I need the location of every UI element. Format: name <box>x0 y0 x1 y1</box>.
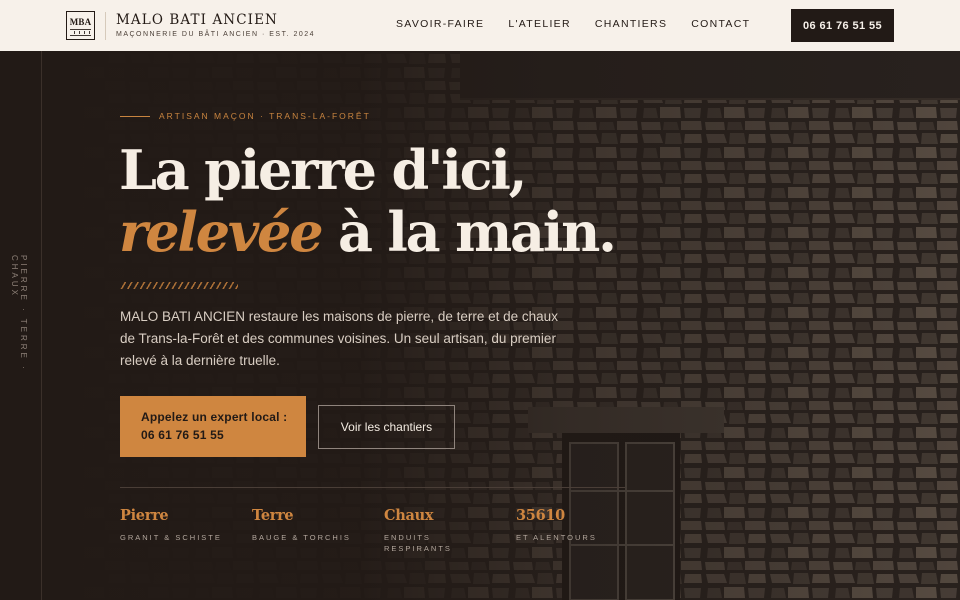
feature-title: Terre <box>252 507 294 524</box>
eyebrow-text: ARTISAN MAÇON · TRANS-LA-FORÊT <box>159 111 371 121</box>
nav-item-chantiers[interactable]: CHANTIERS <box>595 18 667 30</box>
main-nav: SAVOIR-FAIRE L'ATELIER CHANTIERS CONTACT <box>396 18 774 30</box>
side-rule <box>41 51 42 600</box>
feature-postcode: 35610 ET ALENTOURS <box>516 507 597 543</box>
site-header: MBA MALO BATI ANCIEN MAÇONNERIE DU BÂTI … <box>0 0 960 51</box>
feature-terre: Terre BAUGE & TORCHIS <box>252 507 351 543</box>
feature-subtitle: ET ALENTOURS <box>516 533 597 542</box>
eyebrow-dash <box>120 115 150 117</box>
feature-title: Pierre <box>120 507 169 524</box>
call-expert-phone: 06 61 76 51 55 <box>141 428 224 442</box>
logo-text: MBA <box>69 17 92 27</box>
headline-accent: relevée <box>119 200 324 264</box>
feature-title: Chaux <box>384 507 434 524</box>
feature-subtitle: BAUGE & TORCHIS <box>252 533 351 542</box>
feature-title: 35610 <box>516 507 565 524</box>
hatch-ornament <box>120 282 238 289</box>
side-vertical-label: PIERRE · TERRE · CHAUX <box>10 255 28 372</box>
brand-tagline: MAÇONNERIE DU BÂTI ANCIEN · EST. 2024 <box>116 31 316 38</box>
feature-chaux: Chaux ENDUITS RESPIRANTS <box>384 507 484 554</box>
hero-lead: MALO BATI ANCIEN restaure les maisons de… <box>120 309 558 368</box>
logo-brick-mark <box>70 29 91 37</box>
see-projects-button[interactable]: Voir les chantiers <box>318 405 455 449</box>
nav-item-atelier[interactable]: L'ATELIER <box>508 18 571 30</box>
feature-subtitle: GRANIT & SCHISTE <box>120 533 222 542</box>
header-phone-button[interactable]: 06 61 76 51 55 <box>791 9 894 42</box>
nav-item-savoir-faire[interactable]: SAVOIR-FAIRE <box>396 18 484 30</box>
call-expert-button[interactable]: Appelez un expert local : 06 61 76 51 55 <box>120 396 306 457</box>
hero-headline: La pierre d'ici, relevée à la main. <box>119 139 639 263</box>
headline-line-1: La pierre d'ici, <box>119 138 527 202</box>
eyebrow: ARTISAN MAÇON · TRANS-LA-FORÊT <box>120 111 371 121</box>
headline-line-2: à la main. <box>321 200 617 264</box>
feature-pierre: Pierre GRANIT & SCHISTE <box>120 507 222 543</box>
logo-icon[interactable]: MBA <box>66 11 95 40</box>
hero-section: PIERRE · TERRE · CHAUX ARTISAN MAÇON · T… <box>0 51 960 600</box>
brand-name[interactable]: MALO BATI ANCIEN <box>116 12 278 28</box>
nav-item-contact[interactable]: CONTACT <box>691 18 750 30</box>
features-divider <box>120 487 625 488</box>
feature-subtitle: ENDUITS RESPIRANTS <box>384 533 452 553</box>
logo-divider <box>105 12 106 40</box>
call-expert-label: Appelez un expert local : <box>141 410 288 424</box>
